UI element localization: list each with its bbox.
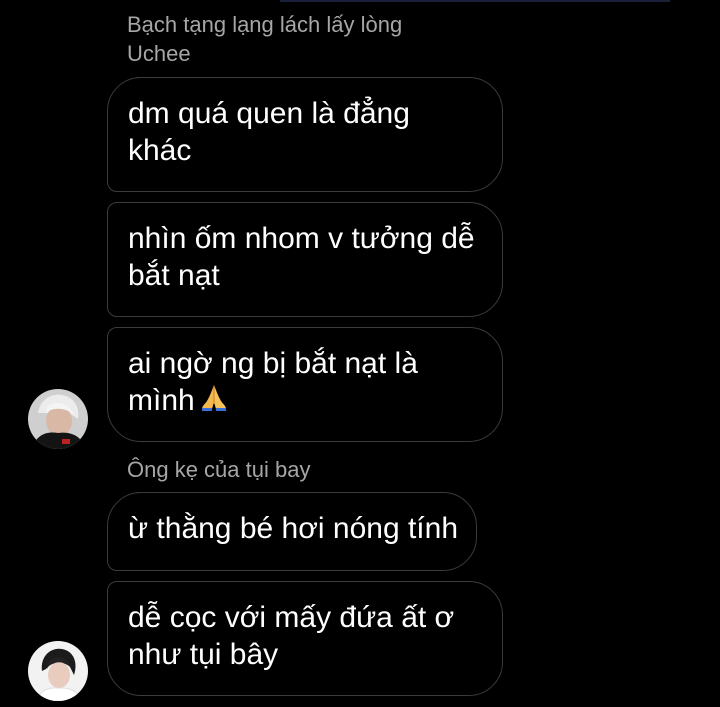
message-text: khác	[128, 134, 192, 167]
message-bubble[interactable]: nhìn ốm nhom v tưởng dễ bắt nạt	[107, 202, 503, 317]
top-divider	[280, 0, 670, 2]
message-text: dễ cọc với mấy đứa ất ơ	[128, 601, 455, 634]
message-text: bắt nạt	[128, 259, 220, 292]
user-avatar-2[interactable]	[28, 641, 88, 701]
folded-hands-icon	[199, 382, 229, 421]
sender-name-1: Bạch tạng lạng lách lấy lòng	[127, 12, 403, 37]
message-bubble[interactable]: dễ cọc với mấy đứa ất ơ như tụi bây	[107, 581, 503, 696]
message-text: dm quá quen là đẳng	[128, 97, 410, 130]
message-text: ừ thằng bé hơi nóng tính	[128, 512, 458, 545]
user-avatar-1[interactable]	[28, 389, 88, 449]
message-text: ai ngờ ng bị bắt nạt là	[128, 347, 418, 380]
message-bubble[interactable]: ai ngờ ng bị bắt nạt là mình	[107, 327, 503, 442]
message-text: như tụi bây	[128, 638, 279, 671]
sender-name-2: Ông kẹ của tụi bay	[127, 457, 311, 482]
message-bubble[interactable]: dm quá quen là đẳng khác	[107, 77, 503, 192]
message-text: nhìn ốm nhom v tưởng dễ	[128, 222, 475, 255]
message-text: mình	[128, 384, 195, 417]
message-bubble[interactable]: ừ thằng bé hơi nóng tính	[107, 492, 477, 571]
sender-nickname-1: Uchee	[127, 41, 191, 66]
